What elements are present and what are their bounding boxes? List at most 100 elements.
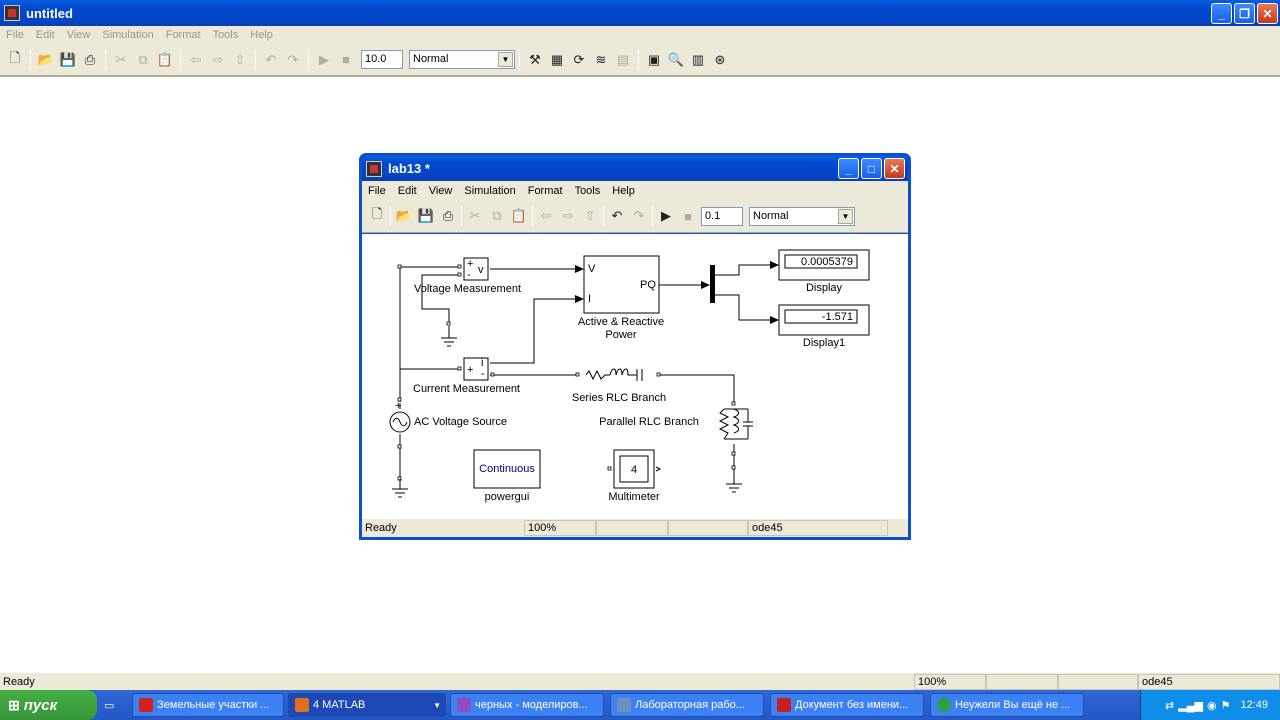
clock: 12:49 [1240,699,1268,711]
print-icon[interactable]: ⎙ [79,49,101,71]
series-rlc-label: Series RLC Branch [572,392,666,404]
model-explorer-icon[interactable]: ≋ [590,49,612,71]
menu-help[interactable]: Help [244,29,279,41]
taskbar: ⊞ пуск ▭ Земельные участки ... 4 MATLAB ▼ … [0,690,1280,720]
display-label: Display [806,282,843,294]
save-icon[interactable]: 💾 [57,49,79,71]
model-maximize-button[interactable]: □ [861,158,882,179]
model-sim-mode-select[interactable]: Normal ▼ [749,206,855,226]
redo-icon[interactable]: ↷ [628,205,650,227]
sim-mode-select[interactable]: Normal ▼ [409,50,515,69]
network-icon[interactable]: ⇄ [1165,699,1174,712]
model-menu-simulation[interactable]: Simulation [458,185,521,197]
task-button-chrome[interactable]: Неужели Вы ещё не ... [930,693,1084,717]
model-menu-edit[interactable]: Edit [392,185,423,197]
model-canvas[interactable]: + - v Voltage Measurement + i - Current … [362,234,908,519]
menu-format[interactable]: Format [160,29,207,41]
menu-view[interactable]: View [61,29,97,41]
power-in-v: V [588,263,596,275]
main-statusbar: Ready 100% ode45 [0,673,1280,691]
powergui-mode: Continuous [479,463,535,475]
cut-icon[interactable]: ✂ [110,49,132,71]
demux-block [710,265,715,303]
up-icon[interactable]: ⇧ [579,205,601,227]
forward-icon[interactable]: ⇨ [207,49,229,71]
up-icon[interactable]: ⇧ [229,49,251,71]
archive-icon [457,698,471,712]
restore-button[interactable]: ❐ [1234,3,1255,24]
update-diagram-icon[interactable]: ▦ [546,49,568,71]
model-menu-help[interactable]: Help [606,185,641,197]
status-empty-1 [986,674,1058,690]
model-menu-tools[interactable]: Tools [569,185,607,197]
model-status-empty-1 [596,520,668,536]
flag-icon[interactable]: ⚑ [1221,699,1231,712]
task-button-docs[interactable]: Документ без имени... [770,693,924,717]
menu-edit[interactable]: Edit [30,29,61,41]
model-menu-view[interactable]: View [423,185,459,197]
model-status-solver: ode45 [748,520,888,536]
cut-icon[interactable]: ✂ [464,205,486,227]
start-sim-icon[interactable]: ▶ [313,49,335,71]
system-tray: ⇄ ▂▄▆ ◉ ⚑ 12:49 [1140,690,1280,720]
open-icon[interactable]: 📂 [393,205,415,227]
volume-icon[interactable]: ◉ [1207,699,1217,712]
task-button-opera[interactable]: Земельные участки ... [132,693,284,717]
power-label-2: Power [605,329,637,341]
task-button-rar[interactable]: черных - моделиров... [450,693,604,717]
model-menu-file[interactable]: File [362,185,392,197]
task-label: Неужели Вы ещё не ... [955,699,1071,711]
forward-icon[interactable]: ⇨ [557,205,579,227]
task-button-doc[interactable]: Лабораторная рабо... [610,693,764,717]
start-sim-icon[interactable]: ▶ [655,205,677,227]
start-button[interactable]: ⊞ пуск [0,690,97,720]
model-menubar: File Edit View Simulation Format Tools H… [362,181,908,200]
new-icon[interactable]: 🗋 [4,49,26,71]
explorer-icon[interactable]: ▥ [687,49,709,71]
menu-simulation[interactable]: Simulation [96,29,159,41]
model-minimize-button[interactable]: _ [838,158,859,179]
stop-time-field[interactable]: 10.0 [361,50,403,69]
model-toolbar: 🗋 📂 💾 ⎙ ✂ ⧉ 📋 ⇦ ⇨ ⇧ ↶ ↷ ▶ ■ 0.1 Normal ▼ [362,200,908,233]
open-icon[interactable]: 📂 [35,49,57,71]
refresh-icon[interactable]: ⟳ [568,49,590,71]
stop-sim-icon[interactable]: ■ [677,205,699,227]
print-icon[interactable]: ⎙ [437,205,459,227]
close-button[interactable]: ✕ [1257,3,1278,24]
debugger-icon[interactable]: 🔍 [665,49,687,71]
build-icon[interactable]: ⚒ [524,49,546,71]
save-icon[interactable]: 💾 [415,205,437,227]
stop-sim-icon[interactable]: ■ [335,49,357,71]
model-close-button[interactable]: ✕ [884,158,905,179]
undo-icon[interactable]: ↶ [606,205,628,227]
redo-icon[interactable]: ↷ [282,49,304,71]
back-icon[interactable]: ⇦ [185,49,207,71]
show-desktop-icon[interactable]: ▭ [99,693,124,717]
minimize-button[interactable]: _ [1211,3,1232,24]
wire-display [714,264,774,276]
parallel-rlc-block [718,408,753,440]
chevron-down-icon: ▼ [838,208,853,224]
copy-icon[interactable]: ⧉ [132,49,154,71]
undo-icon[interactable]: ↶ [260,49,282,71]
model-menu-format[interactable]: Format [522,185,569,197]
ground-icon [392,326,742,498]
back-icon[interactable]: ⇦ [535,205,557,227]
signal-icon[interactable]: ▂▄▆ [1178,699,1203,712]
voltage-measurement-label: Voltage Measurement [414,283,521,295]
new-icon[interactable]: 🗋 [366,205,388,227]
library-browser-icon[interactable]: ▣ [643,49,665,71]
power-label-1: Active & Reactive [578,316,664,328]
model-stop-time-field[interactable]: 0.1 [701,206,743,226]
paste-icon[interactable]: 📋 [154,49,176,71]
subsystem-icon[interactable]: ▤ [612,49,634,71]
paste-icon[interactable]: 📋 [508,205,530,227]
copy-icon[interactable]: ⧉ [486,205,508,227]
svg-text:+: + [467,364,473,376]
status-empty-2 [1058,674,1138,690]
svg-text:+: + [395,400,401,412]
menu-tools[interactable]: Tools [207,29,245,41]
menu-file[interactable]: File [0,29,30,41]
task-button-matlab[interactable]: 4 MATLAB ▼ [288,693,446,717]
advisor-icon[interactable]: ⊛ [709,49,731,71]
